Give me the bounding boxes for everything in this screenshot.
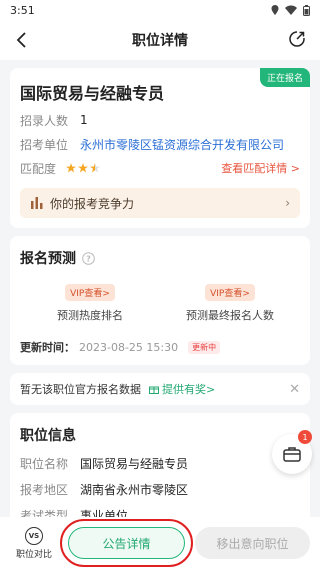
intent-list-button[interactable]: 1	[272, 430, 312, 474]
predict-label: 预测热度排名	[57, 309, 123, 322]
info-row: 报考地区 湖南省永州市零陵区	[20, 481, 300, 497]
announcement-button[interactable]: 公告详情	[60, 519, 193, 567]
compare-button[interactable]: VS 职位对比	[10, 526, 58, 560]
gift-icon	[149, 386, 159, 394]
battery-icon	[303, 4, 310, 16]
status-badge: 正在报名	[259, 68, 310, 87]
info-value: 湖南省永州市零陵区	[80, 482, 189, 497]
vs-icon: VS	[25, 526, 43, 545]
update-time: 2023-08-25 15:30	[79, 340, 179, 354]
predict-title-text: 报名预测	[20, 251, 76, 267]
svg-text:?: ?	[86, 254, 91, 263]
page-title: 职位详情	[132, 33, 188, 49]
predict-count[interactable]: VIP查看> 预测最终报名人数	[160, 284, 300, 323]
position-info-card: 职位信息 职位名称 国际贸易与经融专员 报考地区 湖南省永州市零陵区 考试类型 …	[10, 413, 310, 533]
predict-label: 预测最终报名人数	[186, 309, 274, 322]
predict-card: 报名预测 ? VIP查看> 预测热度排名 VIP查看> 预测最终报名人数 更新时…	[10, 236, 310, 365]
share-icon	[289, 30, 306, 47]
predict-heat[interactable]: VIP查看> 预测热度排名	[20, 284, 160, 323]
compare-label: 职位对比	[15, 549, 52, 560]
reward-link[interactable]: 提供有奖>	[149, 381, 215, 397]
chevron-left-icon	[16, 32, 26, 48]
status-icons	[271, 4, 310, 16]
wifi-icon	[285, 5, 297, 15]
job-title: 国际贸易与经融专员	[20, 84, 165, 103]
location-icon	[271, 5, 279, 15]
share-button[interactable]	[288, 30, 308, 50]
status-time: 3:51	[10, 3, 35, 17]
unit-link[interactable]: 永州市零陵区锰资源综合开发有限公司	[80, 136, 284, 153]
recruit-label: 招录人数	[20, 113, 69, 128]
info-row: 职位名称 国际贸易与经融专员	[20, 455, 300, 471]
predict-title: 报名预测 ?	[20, 248, 300, 268]
count-badge: 1	[298, 430, 312, 444]
recruit-value: 1	[80, 113, 88, 127]
bar-chart-icon	[31, 197, 43, 209]
competitiveness-label: 你的报考竞争力	[50, 196, 135, 211]
bottom-bar: VS 职位对比 公告详情 移出意向职位	[0, 517, 320, 569]
match-row: 匹配度 查看匹配详情 >	[20, 160, 300, 176]
unit-row: 招考单位 永州市零陵区锰资源综合开发有限公司	[20, 136, 300, 152]
position-info-title: 职位信息	[20, 428, 76, 444]
match-stars	[66, 163, 100, 173]
update-row: 更新时间： 2023-08-25 15:30 更新中	[20, 339, 300, 355]
info-label: 报考地区	[20, 482, 69, 497]
vip-tag[interactable]: VIP查看>	[205, 284, 255, 301]
chevron-right-icon: ›	[285, 196, 290, 210]
recruit-row: 招录人数 1	[20, 112, 300, 128]
update-label: 更新时间：	[20, 341, 75, 354]
predict-columns: VIP查看> 预测热度排名 VIP查看> 预测最终报名人数	[20, 284, 300, 323]
notice-text: 暂无该职位官方报名数据	[20, 383, 141, 396]
status-bar: 3:51	[0, 0, 320, 20]
update-badge: 更新中	[188, 340, 221, 354]
back-button[interactable]	[12, 29, 32, 51]
remove-intent-button[interactable]: 移出意向职位	[195, 527, 310, 559]
star-icon	[66, 163, 76, 173]
star-icon	[78, 163, 88, 173]
vip-tag[interactable]: VIP查看>	[65, 284, 115, 301]
help-icon[interactable]: ?	[82, 251, 95, 265]
close-icon[interactable]: ✕	[289, 382, 300, 397]
info-label: 职位名称	[20, 456, 69, 471]
info-value: 国际贸易与经融专员	[80, 456, 189, 471]
notice-bar: 暂无该职位官方报名数据 提供有奖> ✕	[10, 373, 310, 405]
competitiveness-banner[interactable]: 你的报考竞争力 ›	[20, 188, 300, 218]
half-star-icon	[90, 163, 100, 173]
briefcase-icon	[283, 447, 301, 462]
nav-bar: 职位详情	[0, 20, 320, 60]
match-detail-link[interactable]: 查看匹配详情 >	[221, 160, 300, 176]
job-card: 正在报名 国际贸易与经融专员 招录人数 1 招考单位 永州市零陵区锰资源综合开发…	[10, 68, 310, 228]
reward-label: 提供有奖>	[162, 383, 216, 396]
unit-label: 招考单位	[20, 137, 69, 152]
match-label: 匹配度	[20, 161, 57, 176]
